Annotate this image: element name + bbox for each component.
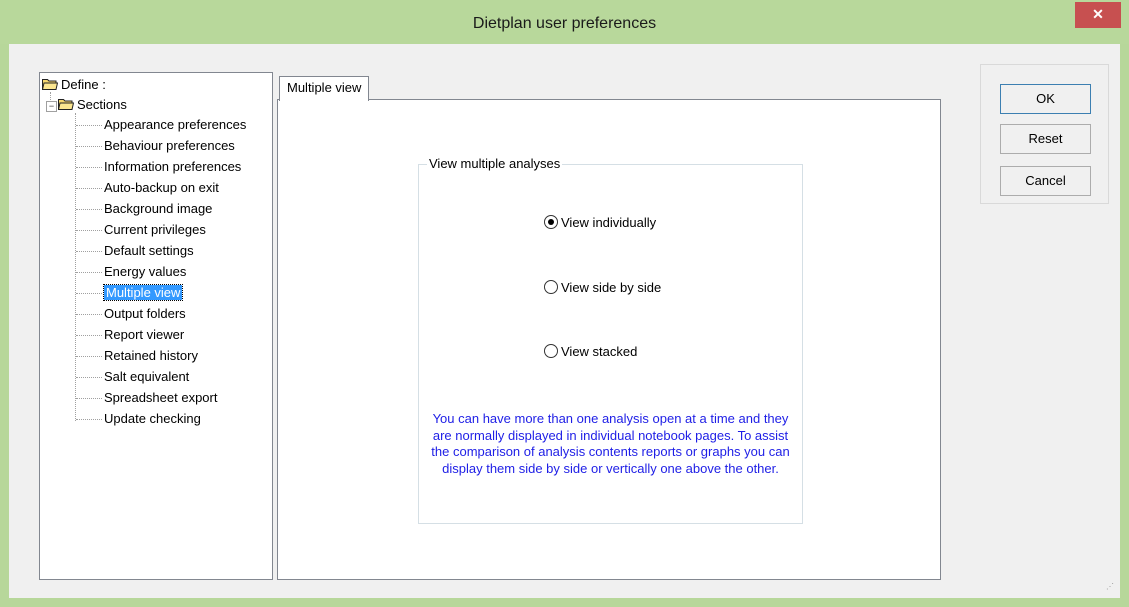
tree-item[interactable]: Multiple view (102, 283, 184, 303)
radio-view-side-by-side[interactable]: View side by side (544, 278, 661, 298)
dialog-client: Define : − Sections Appearance preferenc… (9, 44, 1120, 598)
title-bar: Dietplan user preferences ✕ (0, 0, 1129, 44)
tree-sections-label: Sections (77, 97, 127, 112)
tree-item-label: Output folders (104, 306, 186, 321)
tree-item-label: Current privileges (104, 222, 206, 237)
radio-view-stacked[interactable]: View stacked (544, 342, 637, 362)
ok-button[interactable]: OK (1000, 84, 1091, 114)
tree-item-label: Behaviour preferences (104, 138, 235, 153)
tree-item-label: Background image (104, 201, 213, 216)
tree-item[interactable]: Information preferences (104, 157, 241, 177)
tree-item[interactable]: Retained history (104, 346, 198, 366)
radio-label: View side by side (561, 280, 662, 295)
info-text: You can have more than one analysis open… (431, 411, 790, 476)
radio-label: View stacked (561, 344, 638, 359)
tree-item-label: Appearance preferences (104, 117, 247, 132)
button-panel: OK Reset Cancel (980, 64, 1109, 204)
tree-item-label: Report viewer (104, 327, 185, 342)
tree-item-label: Salt equivalent (104, 369, 190, 384)
tree-item[interactable]: Salt equivalent (104, 367, 189, 387)
cancel-button[interactable]: Cancel (1000, 166, 1091, 196)
tab-control: Multiple view View multiple analyses Vie… (277, 76, 941, 580)
tree-item-label: Energy values (104, 264, 187, 279)
radio-view-individually[interactable]: View individually (544, 213, 656, 233)
window-title: Dietplan user preferences (472, 15, 657, 32)
tree-item[interactable]: Output folders (104, 304, 186, 324)
sections-tree[interactable]: Define : − Sections Appearance preferenc… (39, 72, 273, 580)
group-label: View multiple analyses (427, 156, 563, 171)
tree-item-label: Information preferences (104, 159, 242, 174)
resize-grip-icon[interactable]: ⋰ (1106, 583, 1116, 594)
reset-button[interactable]: Reset (1000, 124, 1091, 154)
radio-indicator (544, 215, 558, 229)
tree-item-label: Auto-backup on exit (104, 180, 219, 195)
collapse-toggle[interactable]: − (46, 101, 57, 112)
radio-label: View individually (561, 215, 657, 230)
tree-item[interactable]: Auto-backup on exit (104, 178, 219, 198)
tree-item-label: Retained history (104, 348, 198, 363)
tree-item[interactable]: Appearance preferences (104, 115, 246, 135)
tree-item-label: Update checking (104, 411, 201, 426)
tree-item[interactable]: Report viewer (104, 325, 184, 345)
close-icon: ✕ (1092, 6, 1104, 22)
tab-page: View multiple analyses View individually… (277, 99, 941, 580)
tab-multiple-view[interactable]: Multiple view (279, 76, 370, 101)
tree-item[interactable]: Current privileges (104, 220, 206, 240)
radio-indicator (544, 280, 558, 294)
folder-open-icon (42, 79, 58, 90)
tree-item-label: Multiple view (102, 284, 184, 301)
folder-open-icon (58, 99, 74, 110)
tree-item[interactable]: Default settings (104, 241, 194, 261)
tree-root-label: Define : (61, 77, 106, 92)
tree-sections-node[interactable]: Sections (58, 95, 127, 115)
close-button[interactable]: ✕ (1075, 2, 1121, 28)
tree-item[interactable]: Spreadsheet export (104, 388, 217, 408)
tree-item[interactable]: Background image (104, 199, 212, 219)
view-multiple-group: View multiple analyses View individually… (418, 156, 803, 524)
tree-item[interactable]: Behaviour preferences (104, 136, 235, 156)
tree-item-label: Spreadsheet export (104, 390, 218, 405)
radio-indicator (544, 344, 558, 358)
tree-root[interactable]: Define : (42, 75, 106, 95)
tree-item-label: Default settings (104, 243, 194, 258)
tree-item[interactable]: Update checking (104, 409, 201, 429)
tree-item[interactable]: Energy values (104, 262, 186, 282)
